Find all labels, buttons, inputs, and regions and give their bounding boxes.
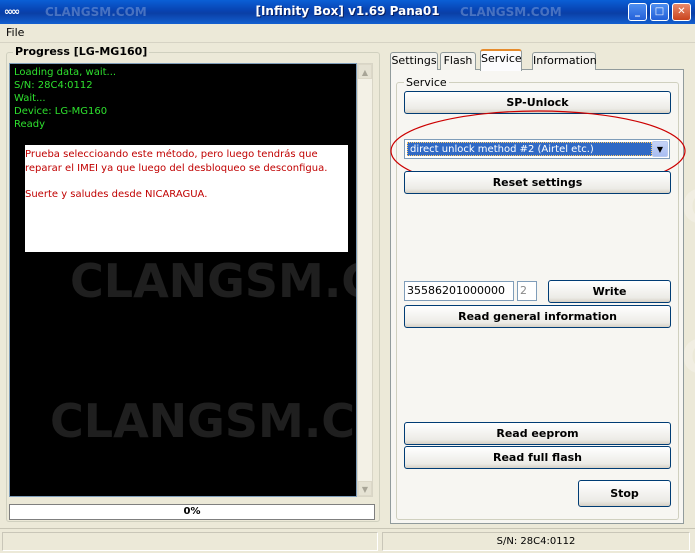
status-bar: S/N: 28C4:0112 (0, 528, 695, 553)
scroll-down-icon[interactable]: ▼ (358, 481, 372, 496)
tab-settings[interactable]: Settings (390, 52, 438, 70)
close-button[interactable]: ✕ (672, 3, 691, 21)
log-line: Loading data, wait... (14, 67, 117, 78)
log-line: Ready (14, 119, 46, 130)
tab-service[interactable]: Service (480, 49, 522, 71)
imei-input[interactable]: 35586201000000 (404, 281, 514, 301)
annotation-note: Prueba seleccioando este método, pero lu… (25, 145, 348, 252)
log-line: Device: LG-MG160 (14, 106, 108, 117)
read-full-flash-button[interactable]: Read full flash (404, 446, 671, 469)
progress-percent: 0% (183, 506, 201, 517)
stop-button[interactable]: Stop (578, 480, 671, 507)
progress-bar: 0% (9, 504, 375, 520)
scroll-up-icon[interactable]: ▲ (358, 64, 372, 79)
watermark: CLANGSM.COM (460, 5, 562, 19)
reset-settings-button[interactable]: Reset settings (404, 171, 671, 194)
note-text: Prueba seleccioando este método, pero lu… (25, 149, 328, 174)
read-general-info-button[interactable]: Read general information (404, 305, 671, 328)
watermark: CLANGSM.COM (50, 394, 356, 448)
log-line: S/N: 28C4:0112 (14, 80, 93, 91)
tab-flash[interactable]: Flash (440, 52, 476, 70)
maximize-button[interactable]: □ (650, 3, 669, 21)
write-button[interactable]: Write (548, 280, 671, 303)
tab-information[interactable]: Information (532, 52, 597, 70)
window-title: [Infinity Box] v1.69 Pana01 (255, 4, 440, 18)
log-line: Wait... (14, 93, 46, 104)
chevron-down-icon[interactable]: ▼ (652, 141, 668, 157)
log-scrollbar[interactable]: ▲ ▼ (357, 63, 373, 497)
menu-file[interactable]: File (4, 26, 26, 39)
sp-unlock-button[interactable]: SP-Unlock (404, 91, 671, 114)
watermark: CLANGSM.COM (70, 254, 356, 308)
minimize-button[interactable]: _ (628, 3, 647, 21)
note-text: Suerte y saludes desde NICARAGUA. (25, 189, 208, 200)
close-icon: ✕ (677, 6, 686, 17)
status-serial: S/N: 28C4:0112 (382, 532, 690, 551)
maximize-icon: □ (654, 6, 665, 17)
service-title: Service (404, 76, 449, 89)
read-eeprom-button[interactable]: Read eeprom (404, 422, 671, 445)
unlock-method-value: direct unlock method #2 (Airtel etc.) (407, 142, 652, 156)
minimize-icon: _ (635, 6, 640, 17)
unlock-method-select[interactable]: direct unlock method #2 (Airtel etc.) ▼ (404, 139, 670, 159)
status-cell-left (2, 532, 378, 551)
log-console[interactable]: Loading data, wait... S/N: 28C4:0112 Wai… (9, 63, 357, 497)
title-bar[interactable]: ∞∞ CLANGSM.COM [Infinity Box] v1.69 Pana… (0, 0, 695, 24)
progress-title: Progress [LG-MG160] (13, 45, 150, 58)
menu-bar: File (0, 24, 695, 43)
imei-check-input[interactable]: 2 (517, 281, 537, 301)
